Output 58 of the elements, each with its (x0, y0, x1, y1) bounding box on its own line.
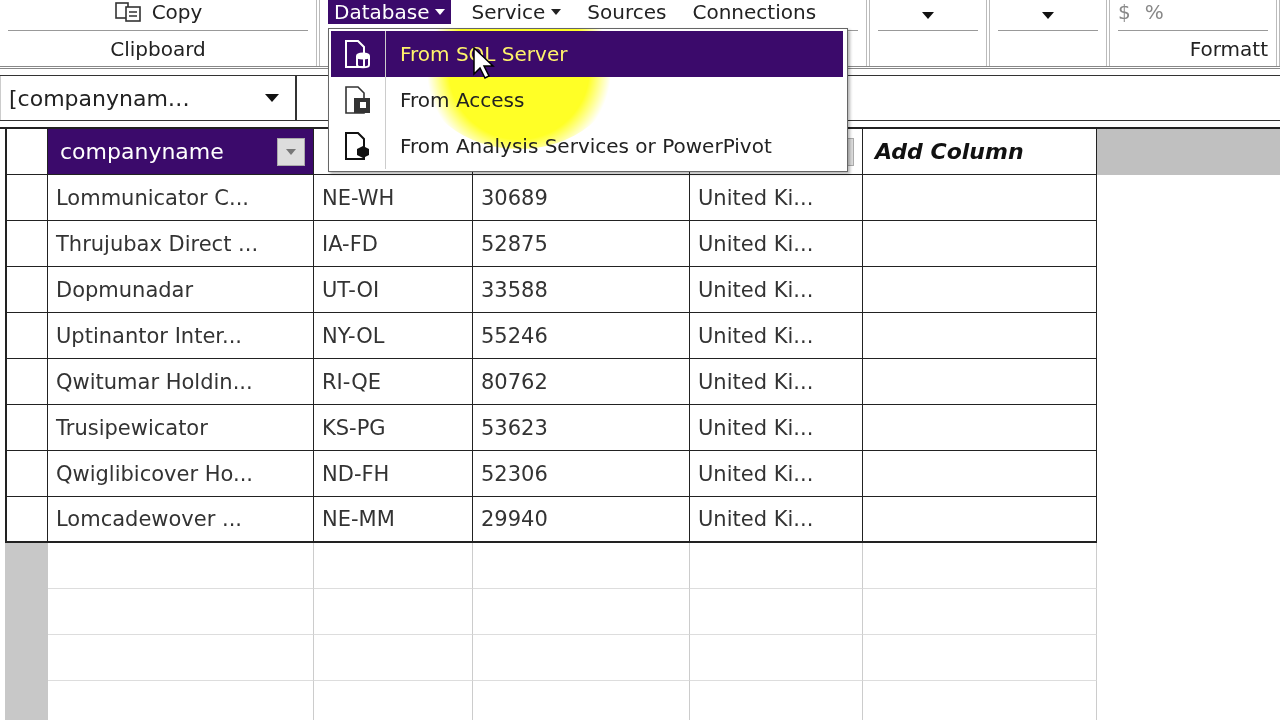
table-cell: 30689 (473, 175, 690, 221)
table-cell: United Ki... (690, 359, 863, 405)
row-header (5, 681, 48, 720)
table-cell: United Ki... (690, 451, 863, 497)
caret-icon[interactable] (922, 11, 934, 19)
table-cell: KS-PG (314, 405, 473, 451)
row-header[interactable] (5, 405, 48, 451)
table-cell: 80762 (473, 359, 690, 405)
group-label: Clipboard (110, 36, 206, 61)
table-cell: Qwitumar Holdin... (48, 359, 314, 405)
table-cell: UT-OI (314, 267, 473, 313)
table-cell: 33588 (473, 267, 690, 313)
ribbon-button[interactable]: Database (328, 0, 452, 24)
table-cell: Qwiglibicover Ho... (48, 451, 314, 497)
format-symbol[interactable]: $ (1118, 0, 1131, 24)
table-cell: United Ki... (690, 313, 863, 359)
row-header[interactable] (5, 221, 48, 267)
column-header[interactable]: companyname (48, 129, 314, 175)
row-header[interactable] (5, 313, 48, 359)
database-icon (344, 39, 372, 69)
copy-button[interactable]: Copy (107, 0, 209, 24)
table-cell: NE-WH (314, 175, 473, 221)
table-cell: NY-OL (314, 313, 473, 359)
table-cell: United Ki... (690, 405, 863, 451)
table-cell: Uptinantor Inter... (48, 313, 314, 359)
table-cell: United Ki... (690, 267, 863, 313)
row-header[interactable] (5, 451, 48, 497)
table-cell: Lomcadewover ... (48, 497, 314, 543)
table-cell: 52306 (473, 451, 690, 497)
table-cell: Dopmunadar (48, 267, 314, 313)
ribbon-button[interactable]: Connections (686, 0, 823, 24)
table-cell: Trusipewicator (48, 405, 314, 451)
table-cell: 55246 (473, 313, 690, 359)
row-header (5, 543, 48, 589)
caret-icon[interactable] (1042, 11, 1054, 19)
table-cell: RI-QE (314, 359, 473, 405)
table-cell: 29940 (473, 497, 690, 543)
row-header[interactable] (5, 175, 48, 221)
table-cell: United Ki... (690, 175, 863, 221)
row-header[interactable] (5, 267, 48, 313)
access-file-icon (344, 85, 372, 115)
group-label: Formatt (1189, 36, 1268, 61)
table-cell: 53623 (473, 405, 690, 451)
row-header[interactable] (5, 359, 48, 405)
table-cell: ND-FH (314, 451, 473, 497)
table-cell: Thrujubax Direct ... (48, 221, 314, 267)
filter-button[interactable] (277, 137, 305, 166)
table-cell: United Ki... (690, 497, 863, 543)
caret-icon (286, 148, 296, 155)
table-cell: United Ki... (690, 221, 863, 267)
table-cell: NE-MM (314, 497, 473, 543)
cube-file-icon (344, 131, 372, 161)
table-cell: 52875 (473, 221, 690, 267)
ribbon-button[interactable]: Service (465, 0, 568, 24)
format-symbol[interactable]: % (1144, 0, 1164, 24)
ribbon-button[interactable]: Sources (581, 0, 673, 24)
table-cell: IA-FD (314, 221, 473, 267)
table-cell: Lommunicator C... (48, 175, 314, 221)
